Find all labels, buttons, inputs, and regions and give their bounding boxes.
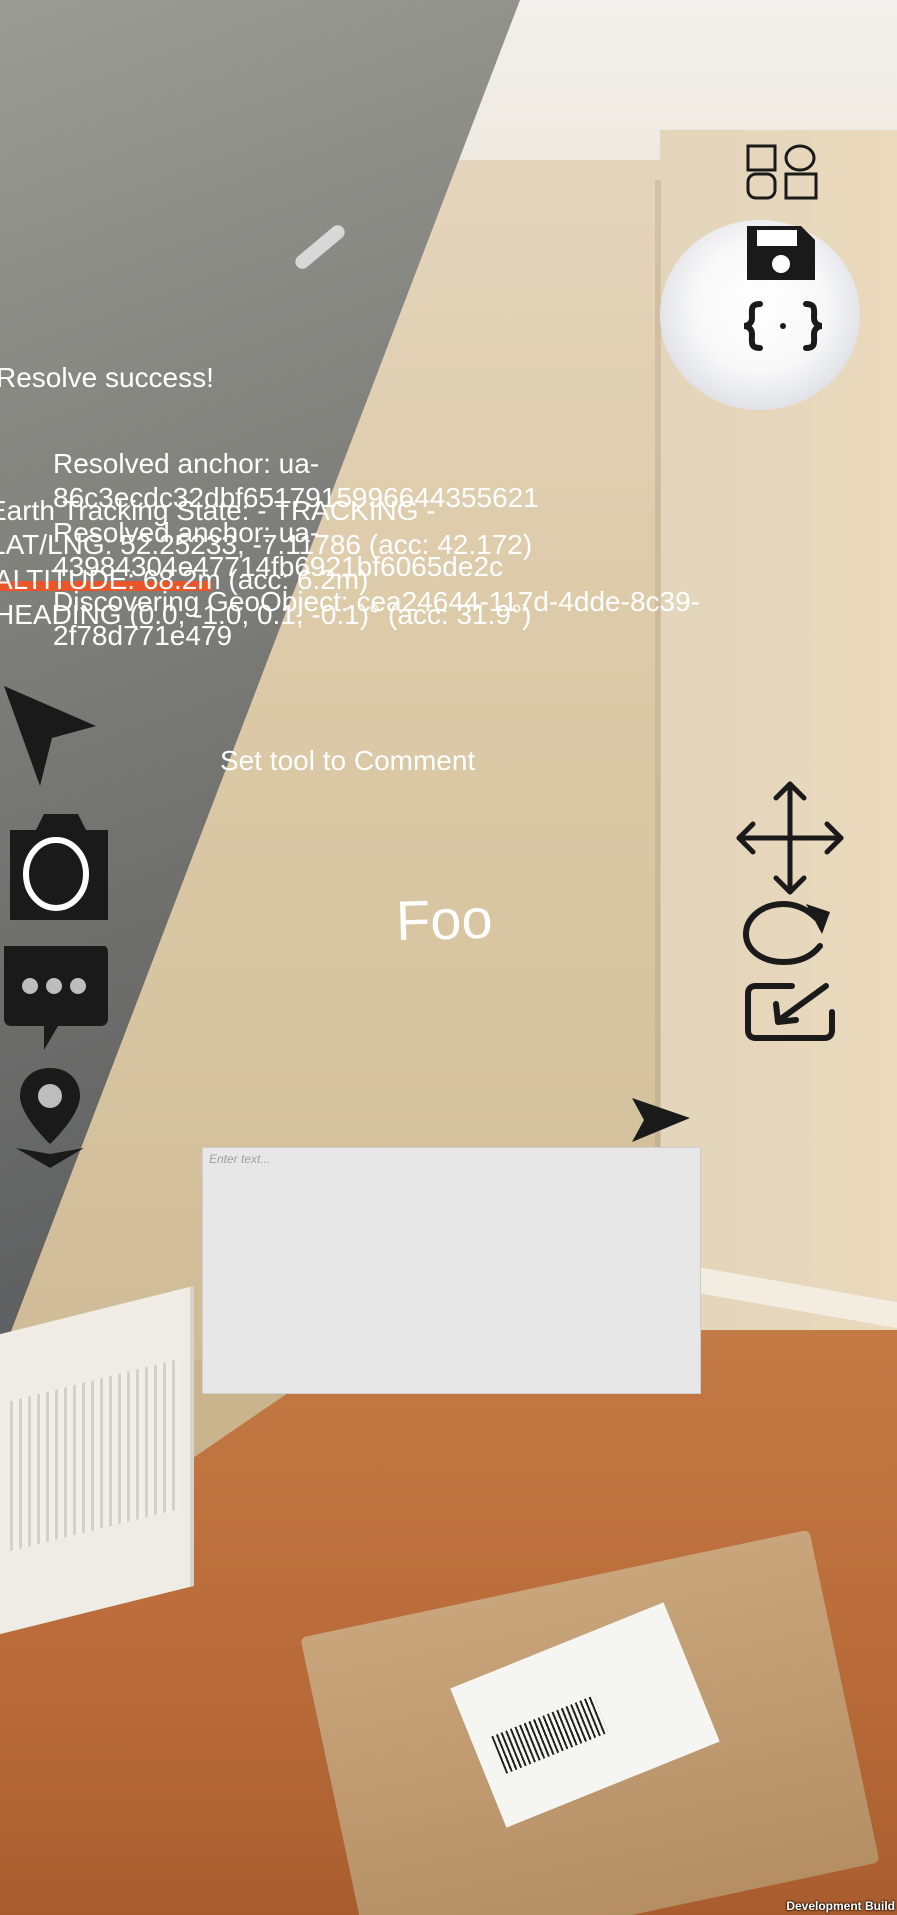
resolved-anchor-1-label: Resolved anchor: ua-	[53, 448, 320, 479]
rotate-icon[interactable]	[740, 900, 838, 966]
pointer-arrow-icon[interactable]	[0, 678, 100, 790]
comment-input[interactable]: Enter text...	[202, 1147, 701, 1394]
shapes-icon[interactable]	[746, 144, 818, 200]
json-braces-icon[interactable]	[740, 300, 826, 352]
move-arrows-icon[interactable]	[733, 778, 847, 898]
chat-bubble-icon[interactable]	[0, 942, 110, 1052]
discovering-geoobject-id: 2f78d771e479	[53, 620, 233, 651]
development-build-label: Development Build	[786, 1899, 895, 1913]
resolve-success-text: Resolve success!	[0, 362, 214, 393]
save-icon[interactable]	[743, 222, 819, 284]
camera-icon[interactable]	[0, 810, 112, 924]
drop-pin-icon[interactable]	[12, 1064, 88, 1170]
tool-status-message: Set tool to Comment	[220, 745, 476, 776]
comment-input-placeholder: Enter text...	[209, 1152, 271, 1166]
ar-comment-label[interactable]: Foo	[395, 886, 493, 954]
scale-icon[interactable]	[742, 978, 838, 1042]
send-icon[interactable]	[630, 1096, 692, 1144]
